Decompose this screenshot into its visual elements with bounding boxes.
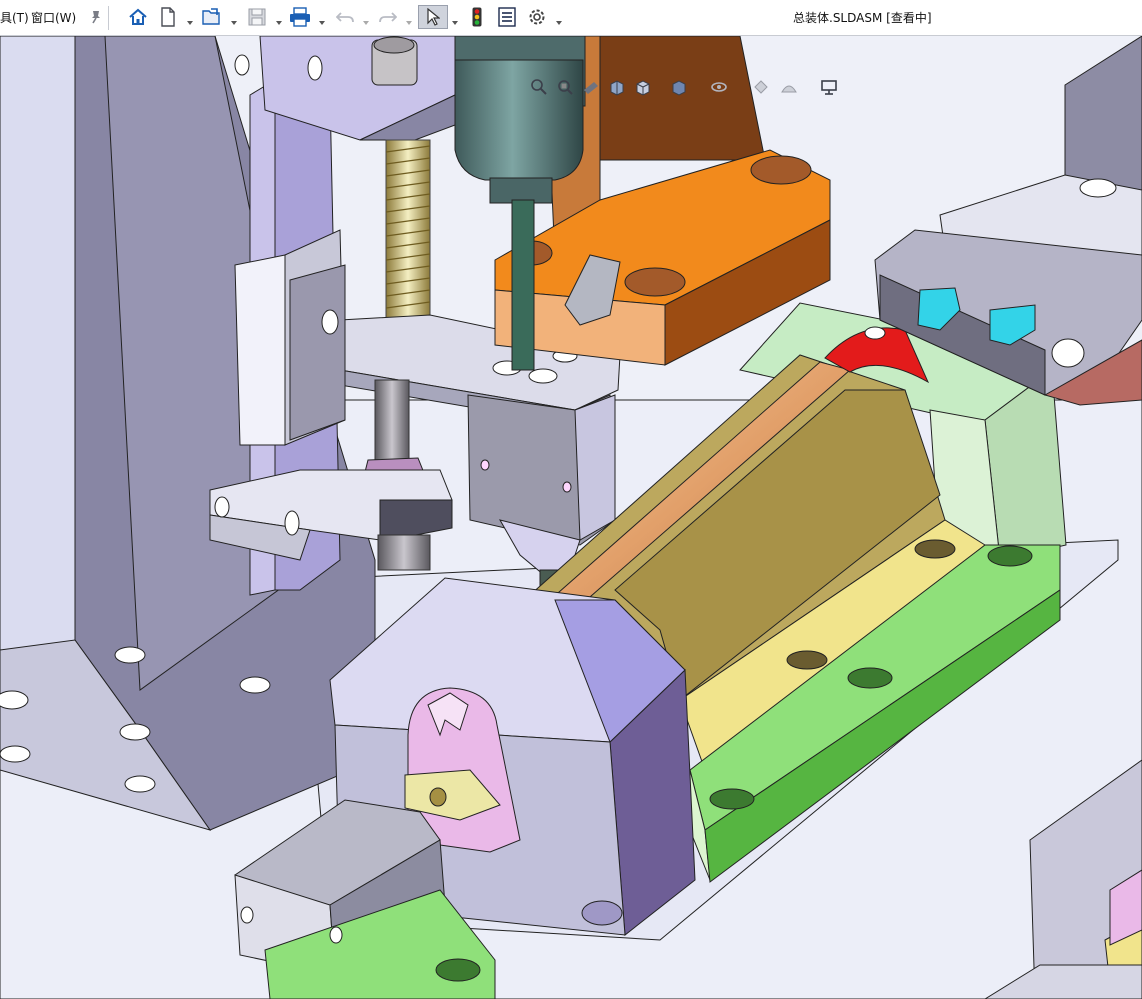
hide-show-icon[interactable] (708, 76, 730, 98)
traffic-light-icon[interactable] (465, 5, 489, 29)
zoom-area-icon[interactable] (554, 76, 576, 98)
chevron-down-icon[interactable] (230, 12, 238, 25)
file-properties-icon[interactable] (495, 5, 519, 29)
menu-tools[interactable]: 具(T) (0, 9, 29, 26)
print-icon[interactable] (288, 5, 312, 29)
edit-appearance-icon[interactable] (750, 76, 772, 98)
graphics-viewport[interactable] (0, 36, 1142, 999)
chevron-down-icon[interactable] (186, 12, 194, 25)
toolbar-separator (108, 6, 109, 30)
view-orientation-icon[interactable] (632, 76, 654, 98)
chevron-down-icon[interactable] (318, 12, 326, 25)
redo-icon[interactable] (376, 5, 400, 29)
section-view-icon[interactable] (606, 76, 628, 98)
chevron-down-icon[interactable] (555, 12, 563, 25)
open-icon[interactable] (200, 5, 224, 29)
chevron-down-icon[interactable] (362, 12, 370, 25)
chevron-down-icon[interactable] (275, 12, 283, 25)
undo-icon[interactable] (333, 5, 357, 29)
chevron-down-icon[interactable] (451, 12, 459, 25)
document-title: 总装体.SLDASM [查看中] (793, 11, 932, 25)
assembly-model (0, 36, 1142, 999)
view-settings-icon[interactable] (818, 76, 840, 98)
menu-window[interactable]: 窗口(W) (31, 9, 76, 26)
options-icon[interactable] (525, 5, 549, 29)
save-icon[interactable] (245, 5, 269, 29)
home-icon[interactable] (126, 5, 150, 29)
pin-icon[interactable] (84, 5, 108, 29)
previous-view-icon[interactable] (580, 76, 602, 98)
select-icon[interactable] (418, 5, 448, 29)
title-toolbar: 具(T) 窗口(W) 总装体.SLDASM [查看中] (0, 0, 1142, 36)
chevron-down-icon[interactable] (405, 12, 413, 25)
apply-scene-icon[interactable] (778, 76, 800, 98)
new-icon[interactable] (156, 5, 180, 29)
display-style-icon[interactable] (668, 76, 690, 98)
zoom-to-fit-icon[interactable] (528, 76, 550, 98)
